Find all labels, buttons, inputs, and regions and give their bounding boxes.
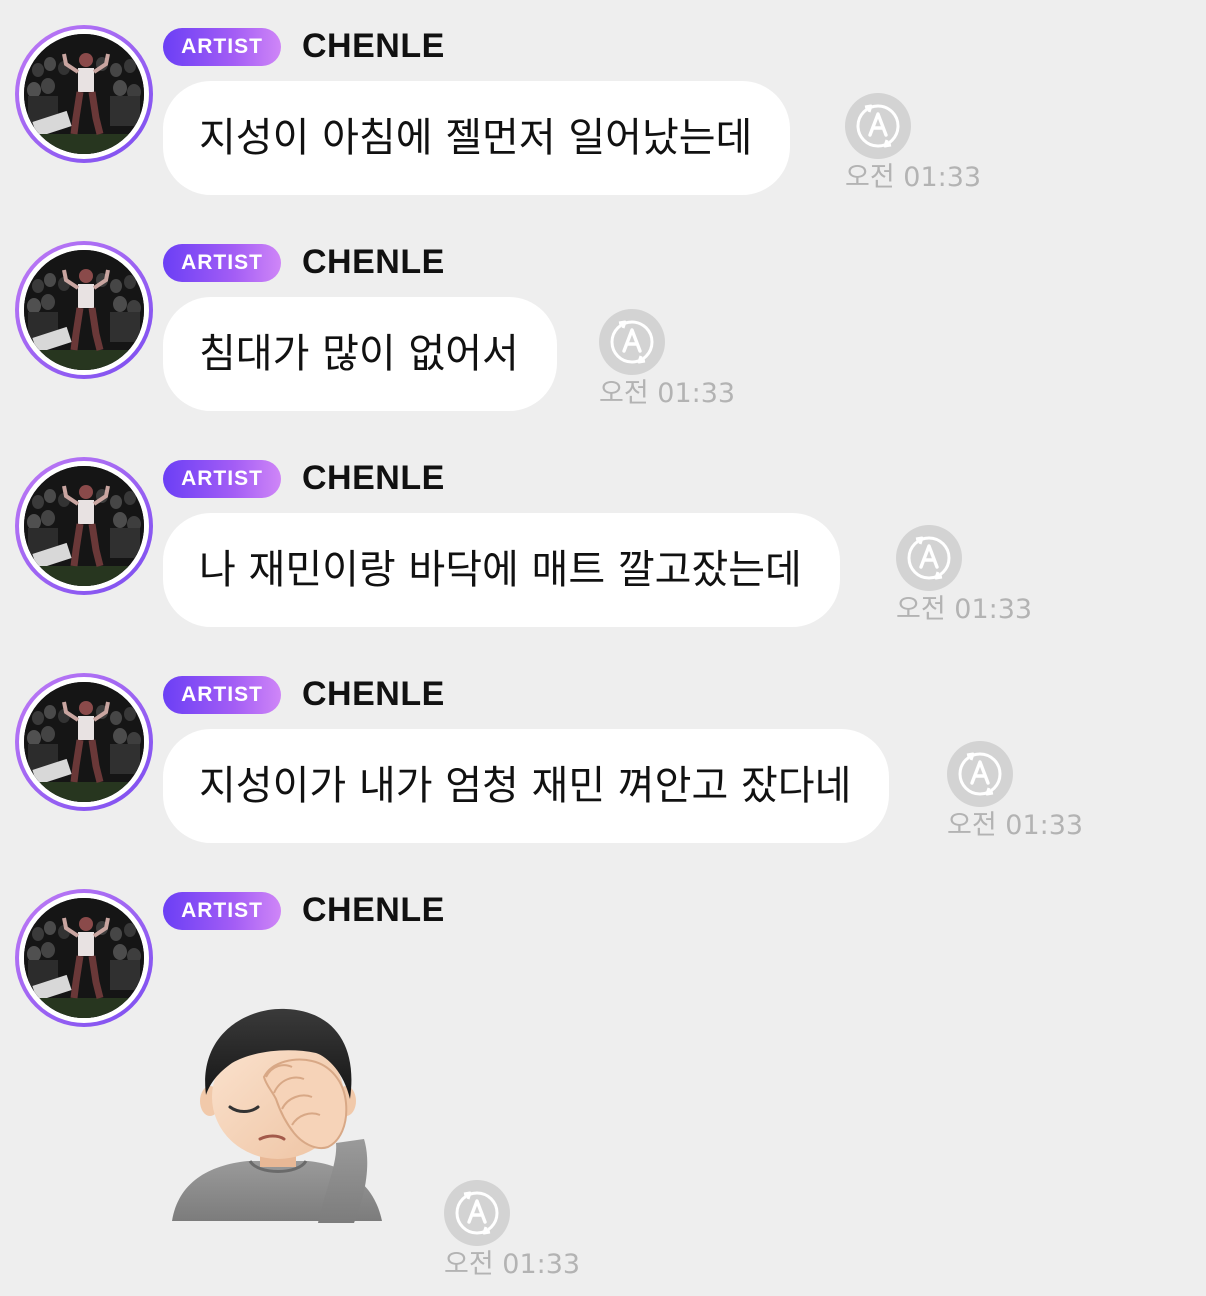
artist-avatar[interactable]	[15, 889, 153, 1027]
artist-badge: ARTIST	[163, 460, 281, 498]
artist-avatar[interactable]	[15, 457, 153, 595]
sender-name: CHENLE	[302, 891, 445, 929]
message-bubble[interactable]: 지성이가 내가 엄청 재민 껴안고 잤다네	[163, 729, 890, 843]
translate-icon[interactable]	[947, 741, 1013, 807]
message-timestamp: 오전 01:33	[947, 810, 1084, 841]
message-timestamp: 오전 01:33	[444, 1249, 581, 1280]
translate-icon[interactable]	[896, 525, 962, 591]
sender-name: CHENLE	[302, 243, 445, 281]
artist-badge: ARTIST	[163, 676, 281, 714]
artist-avatar[interactable]	[15, 25, 153, 163]
message-bubble[interactable]: 지성이 아침에 젤먼저 일어났는데	[163, 81, 791, 195]
sender-name: CHENLE	[302, 675, 445, 713]
message-timestamp: 오전 01:33	[599, 378, 736, 409]
translate-icon[interactable]	[444, 1180, 510, 1246]
artist-badge: ARTIST	[163, 244, 281, 282]
sender-name: CHENLE	[302, 27, 445, 65]
artist-avatar[interactable]	[15, 673, 153, 811]
message-timestamp: 오전 01:33	[845, 162, 982, 193]
face-palm-emoji[interactable]	[168, 1003, 388, 1225]
message-bubble[interactable]: 침대가 많이 없어서	[163, 297, 557, 411]
translate-icon[interactable]	[599, 309, 665, 375]
translate-icon[interactable]	[845, 93, 911, 159]
artist-badge: ARTIST	[163, 28, 281, 66]
artist-badge: ARTIST	[163, 892, 281, 930]
message-bubble[interactable]: 나 재민이랑 바닥에 매트 깔고잤는데	[163, 513, 840, 627]
sender-name: CHENLE	[302, 459, 445, 497]
message-timestamp: 오전 01:33	[896, 594, 1033, 625]
artist-avatar[interactable]	[15, 241, 153, 379]
